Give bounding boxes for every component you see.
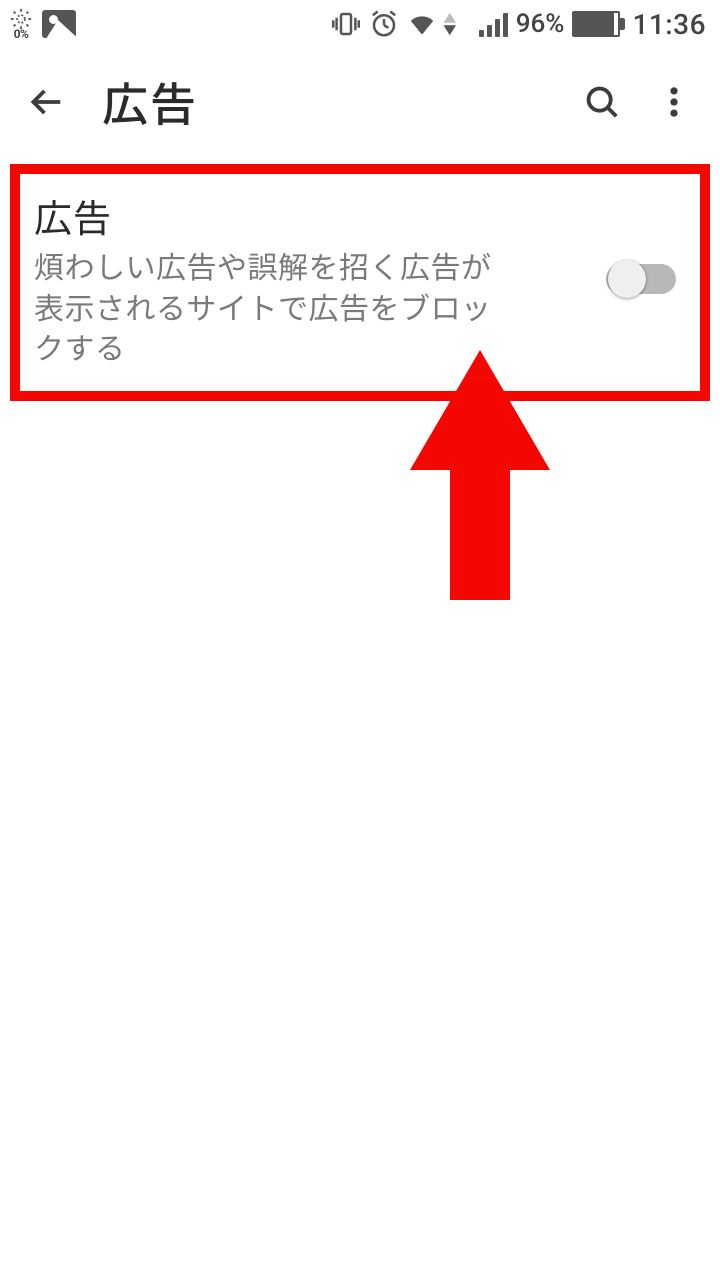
back-button[interactable] [10,66,82,138]
vibrate-icon [331,9,361,39]
ads-setting-row[interactable]: 広告 煩わしい広告や誤解を招く広告が表示されるサイトで広告をブロックする [34,188,686,371]
arrow-left-icon [27,83,65,121]
status-bar: 0% 96% 11:36 [0,0,720,48]
data-icon [441,9,471,39]
clock: 11:36 [632,8,706,41]
brightness-percent: 0% [14,28,29,40]
overflow-menu-button[interactable] [638,66,710,138]
battery-icon [572,11,620,37]
ads-setting-title: 広告 [34,188,582,243]
page-title: 広告 [102,69,566,135]
annotation-highlight-box: 広告 煩わしい広告や誤解を招く広告が表示されるサイトで広告をブロックする [10,164,710,401]
app-bar: 広告 [0,48,720,156]
picture-icon [42,10,76,38]
battery-percent: 96% [516,9,565,39]
toggle-thumb [608,260,646,298]
brightness-indicator: 0% [10,8,32,40]
wifi-icon [407,9,437,39]
signal-icon [479,11,508,37]
search-button[interactable] [566,66,638,138]
search-icon [583,83,621,121]
ads-toggle[interactable] [606,264,676,294]
ads-setting-subtitle: 煩わしい広告や誤解を招く広告が表示されるサイトで広告をブロックする [34,249,514,371]
more-vert-icon [655,83,693,121]
alarm-icon [369,9,399,39]
